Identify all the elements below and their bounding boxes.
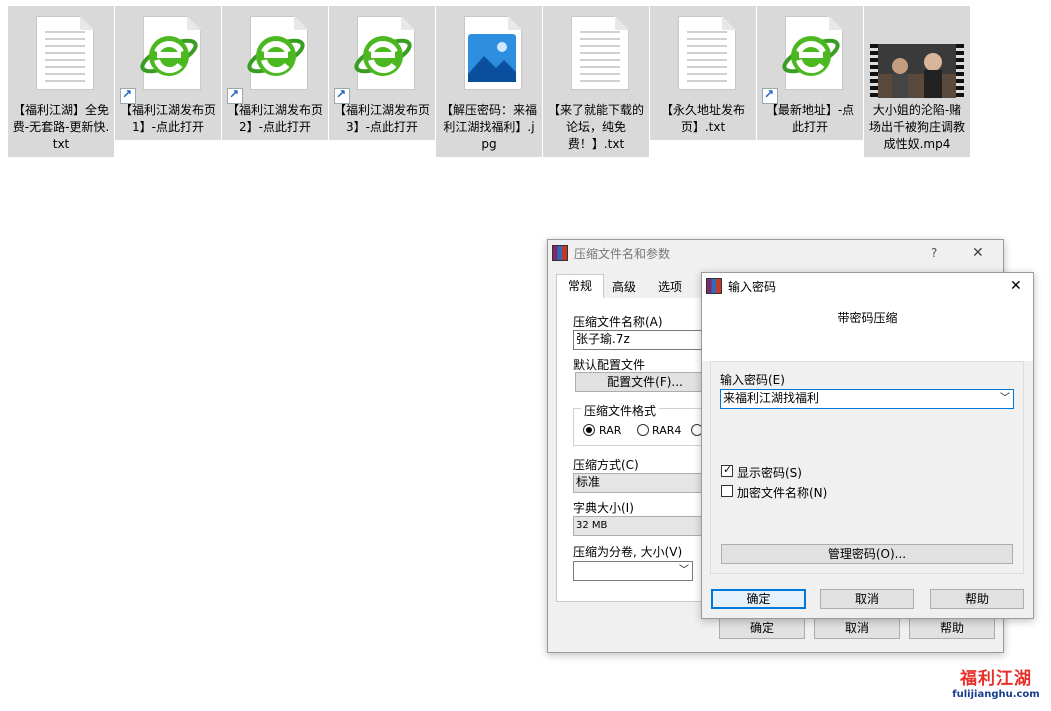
password-cancel-button[interactable]: 取消 (820, 589, 914, 609)
watermark-url: fulijianghu.com (952, 689, 1040, 700)
method-label: 压缩方式(C) (573, 458, 639, 472)
file-item[interactable]: 大小姐的沦陷-赌场出千被狗庄调教成性奴.mp4 (864, 6, 970, 157)
archive-ok-button[interactable]: 确定 (719, 617, 805, 639)
file-icon-area (757, 10, 863, 104)
file-icon-area (543, 10, 649, 102)
close-icon[interactable]: ✕ (1010, 278, 1022, 294)
watermark-logo: 福利江湖 (960, 669, 1032, 689)
password-value: 来福利江湖找福利 (723, 391, 820, 405)
file-item[interactable]: 【永久地址发布页】.txt (650, 6, 756, 140)
archive-help-button[interactable]: 帮助 (909, 617, 995, 639)
tab-options[interactable]: 选项 (658, 278, 682, 295)
file-name: 【永久地址发布页】.txt (660, 103, 745, 134)
file-item[interactable]: 【福利江湖发布页1】-点此打开 (115, 6, 221, 140)
dict-select[interactable]: 32 MB (573, 516, 713, 536)
rar4-radio[interactable] (637, 424, 649, 436)
file-name: 【福利江湖发布页3】-点此打开 (333, 103, 430, 134)
show-password-checkbox[interactable]: ✓ (721, 463, 733, 477)
file-item[interactable]: 【解压密码：来福利江湖找福利】.jpg (436, 6, 542, 157)
close-icon[interactable]: ✕ (972, 245, 984, 261)
file-icon-area (436, 10, 542, 102)
watermark: 福利江湖 fulijianghu.com (948, 664, 1044, 700)
password-dialog: 输入密码 ✕ 带密码压缩 输入密码(E) 来福利江湖找福利 ﹀ ✓ 显示密码(S… (701, 272, 1034, 619)
manage-password-button[interactable]: 管理密码(O)... (721, 544, 1013, 564)
text-file-icon (571, 16, 629, 90)
shortcut-arrow-icon (120, 87, 136, 104)
split-label: 压缩为分卷, 大小(V) (573, 545, 683, 559)
file-item[interactable]: 【最新地址】-点此打开 (757, 6, 863, 140)
file-name: 【最新地址】-点此打开 (765, 103, 855, 134)
method-select[interactable]: 标准 (573, 473, 713, 493)
rar-radio[interactable] (583, 424, 595, 436)
shortcut-arrow-icon (762, 87, 778, 104)
file-name: 【解压密码：来福利江湖找福利】.jpg (440, 103, 537, 151)
file-name: 【福利江湖发布页2】-点此打开 (226, 103, 323, 134)
password-dialog-titlebar: 输入密码 ✕ (702, 273, 1033, 299)
archive-dialog-titlebar: 压缩文件名和参数 ? ✕ (548, 240, 1003, 266)
ie-browser-icon (354, 36, 412, 76)
split-input[interactable]: ﹀ (573, 561, 693, 581)
archive-name-input[interactable]: 张子瑜.7z (573, 330, 713, 350)
file-item[interactable]: 【福利江湖发布页3】-点此打开 (329, 6, 435, 140)
rar4-label: RAR4 (652, 424, 682, 437)
tab-general[interactable]: 常规 (556, 274, 604, 298)
ie-browser-icon (140, 36, 198, 76)
file-icon-area (8, 10, 114, 102)
file-icon-area (864, 10, 970, 102)
profile-button[interactable]: 配置文件(F)... (575, 372, 715, 392)
text-file-icon (678, 16, 736, 90)
format-group-label: 压缩文件格式 (581, 402, 660, 419)
file-icon-area (222, 10, 328, 104)
archive-dialog-title: 压缩文件名和参数 (574, 246, 671, 261)
chevron-down-icon[interactable]: ﹀ (679, 562, 689, 579)
file-item[interactable]: 【来了就能下载的论坛，纯免费！】.txt (543, 6, 649, 157)
profile-label: 默认配置文件 (573, 358, 646, 372)
file-name: 【来了就能下载的论坛，纯免费！】.txt (547, 103, 644, 151)
winrar-icon (552, 245, 568, 261)
password-input[interactable]: 来福利江湖找福利 ﹀ (720, 389, 1014, 409)
dict-label: 字典大小(I) (573, 501, 634, 515)
tab-advanced[interactable]: 高级 (612, 278, 636, 295)
help-icon[interactable]: ? (931, 246, 937, 260)
file-icon-area (115, 10, 221, 104)
ie-browser-icon (782, 36, 840, 76)
show-password-label: 显示密码(S) (737, 466, 802, 480)
shortcut-arrow-icon (227, 87, 243, 104)
check-icon: ✓ (723, 463, 733, 476)
text-file-icon (36, 16, 94, 90)
file-item[interactable]: 【福利江湖发布页2】-点此打开 (222, 6, 328, 140)
winrar-icon (706, 278, 722, 294)
file-name: 【福利江湖】全免费-无套路-更新快.txt (12, 103, 110, 151)
file-item[interactable]: 【福利江湖】全免费-无套路-更新快.txt (8, 6, 114, 157)
shortcut-arrow-icon (334, 87, 350, 104)
ie-browser-icon (247, 36, 305, 76)
password-dialog-title: 输入密码 (728, 279, 777, 294)
image-file-icon (468, 34, 516, 82)
rar-label: RAR (599, 424, 622, 437)
video-frame-icon (878, 44, 956, 98)
password-label: 输入密码(E) (720, 373, 785, 387)
file-icon-area (650, 10, 756, 102)
file-icon-area (329, 10, 435, 104)
encrypt-names-checkbox[interactable] (721, 485, 733, 497)
password-help-button[interactable]: 帮助 (930, 589, 1024, 609)
video-thumbnail (870, 44, 964, 98)
file-name: 【福利江湖发布页1】-点此打开 (119, 103, 216, 134)
encrypt-names-label: 加密文件名称(N) (737, 486, 828, 500)
password-heading: 带密码压缩 (837, 311, 898, 325)
archive-cancel-button[interactable]: 取消 (814, 617, 900, 639)
file-name: 大小姐的沦陷-赌场出千被狗庄调教成性奴.mp4 (868, 103, 965, 151)
password-ok-button[interactable]: 确定 (711, 589, 806, 609)
chevron-down-icon[interactable]: ﹀ (1000, 390, 1010, 407)
archive-name-label: 压缩文件名称(A) (573, 315, 663, 329)
